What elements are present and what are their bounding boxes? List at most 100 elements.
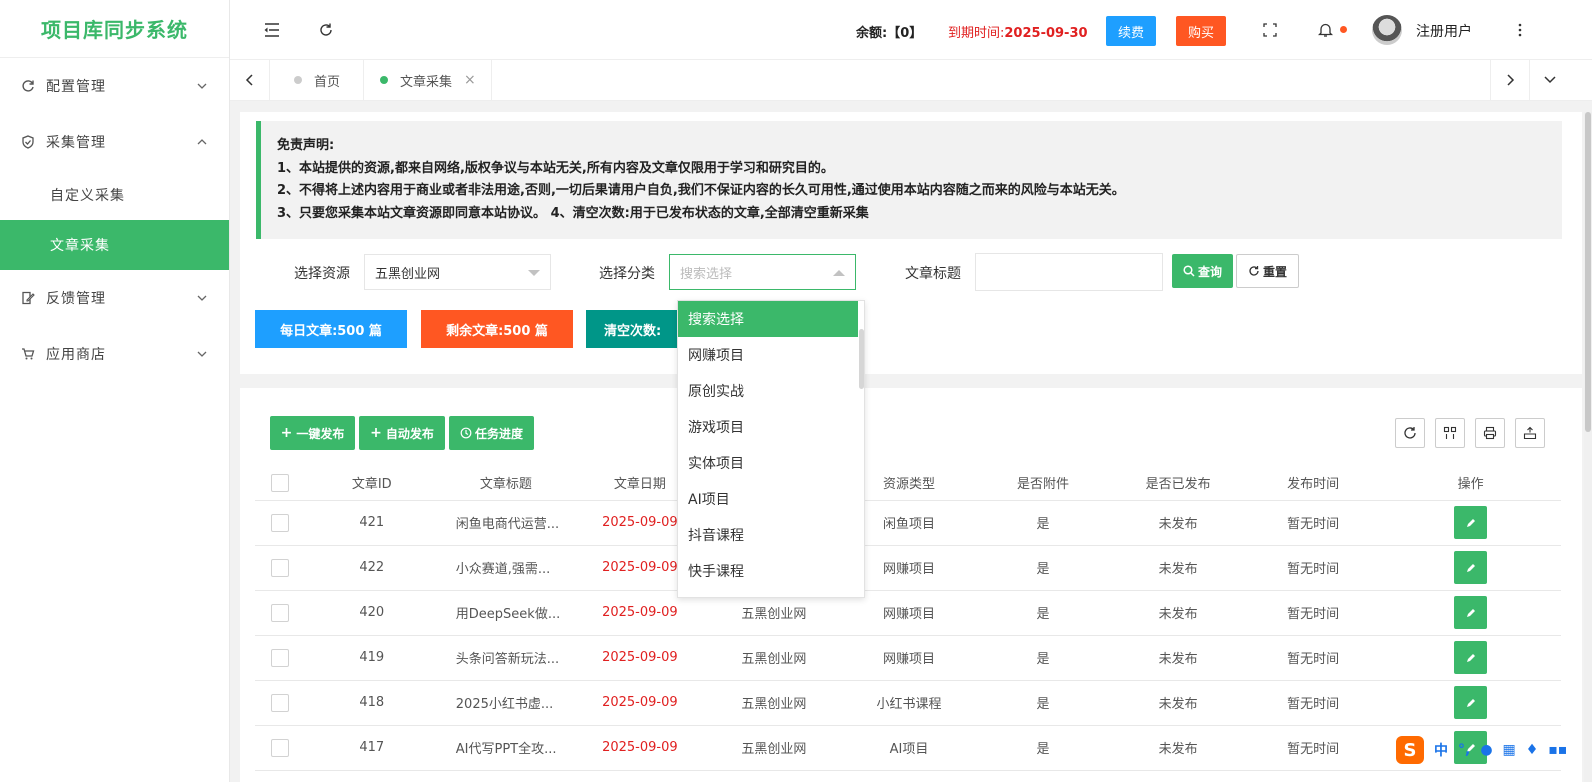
- dropdown-scrollbar[interactable]: [859, 329, 864, 389]
- source-select[interactable]: 五黑创业网: [364, 254, 551, 290]
- sidebar-item-feedback[interactable]: 反馈管理: [0, 270, 229, 326]
- row-checkbox-cell: [255, 680, 306, 726]
- tab-article-collect[interactable]: 文章采集 ×: [364, 60, 492, 100]
- menu-toggle-icon[interactable]: [260, 18, 284, 42]
- edit-button[interactable]: [1454, 506, 1488, 539]
- edit-button[interactable]: [1454, 641, 1488, 674]
- row-checkbox[interactable]: [271, 648, 290, 667]
- publish-all-button[interactable]: + 一键发布: [270, 416, 355, 450]
- row-action-cell: [1380, 590, 1561, 636]
- page-scrollbar-thumb[interactable]: [1585, 112, 1591, 432]
- print-icon[interactable]: [1475, 418, 1505, 448]
- ime-toolbar[interactable]: S 中 °, ● ▦ ♦ ▪▪: [1392, 734, 1592, 766]
- table-refresh-icon[interactable]: [1395, 418, 1425, 448]
- dropdown-option[interactable]: 快手课程: [678, 553, 858, 589]
- select-all-checkbox[interactable]: [271, 473, 290, 492]
- bell-icon[interactable]: [1313, 18, 1337, 42]
- cell-source: 五黑创业网: [705, 635, 842, 681]
- tab-menu-chevron-down-icon[interactable]: [1530, 60, 1570, 100]
- row-checkbox[interactable]: [271, 738, 290, 757]
- cell-date: 2025-09-09: [573, 680, 706, 726]
- title-input[interactable]: [975, 253, 1163, 291]
- query-button[interactable]: 查询: [1172, 254, 1233, 288]
- cell-title[interactable]: 头条问答新玩法...: [437, 635, 574, 681]
- more-vertical-icon[interactable]: [1508, 18, 1532, 42]
- cell-title[interactable]: 小众赛道,强需...: [437, 545, 574, 591]
- cell-title[interactable]: AI代写PPT全攻...: [437, 725, 574, 771]
- fullscreen-icon[interactable]: [1258, 18, 1282, 42]
- username[interactable]: 注册用户: [1416, 21, 1472, 41]
- edit-button[interactable]: [1454, 551, 1488, 584]
- cell-source: 五黑创业网: [705, 725, 842, 771]
- dropdown-option[interactable]: 游戏项目: [678, 409, 858, 445]
- edit-button[interactable]: [1454, 686, 1488, 719]
- table-row: 422 小众赛道,强需... 2025-09-09 网赚项目是未发布 暂无时间: [255, 545, 1561, 591]
- buy-button[interactable]: 购买: [1176, 16, 1226, 46]
- ime-mic-icon[interactable]: ●: [1480, 742, 1492, 758]
- shield-icon: [20, 134, 36, 150]
- cell-title[interactable]: 闲鱼电商代运营...: [437, 500, 574, 546]
- sidebar-item-article-collect[interactable]: 文章采集: [0, 220, 229, 270]
- header-checkbox-cell: [255, 466, 306, 501]
- sidebar-item-collect[interactable]: 采集管理: [0, 114, 229, 170]
- columns-icon[interactable]: [1435, 418, 1465, 448]
- renew-button[interactable]: 续费: [1106, 16, 1156, 46]
- ime-lang[interactable]: 中: [1434, 740, 1448, 760]
- dropdown-option[interactable]: 搜索选择: [678, 301, 858, 337]
- table-panel: + 一键发布 + 自动发布 任务进度 文章ID 文章标题 文章日期 资源类型 是…: [240, 388, 1582, 782]
- filter-panel: 免责声明: 1、本站提供的资源,都来自网络,版权争议与本站无关,所有内容及文章仅…: [240, 112, 1582, 374]
- column-header: 操作: [1380, 466, 1561, 501]
- reset-button[interactable]: 重置: [1236, 254, 1299, 288]
- sidebar-item-config[interactable]: 配置管理: [0, 58, 229, 114]
- disclaimer-line: 3、只要您采集本站文章资源即同意本站协议。 4、清空次数:用于已发布状态的文章,…: [277, 205, 869, 221]
- ime-apps-icon[interactable]: ▪▪: [1548, 742, 1567, 758]
- row-checkbox-cell: [255, 590, 306, 636]
- column-header[interactable]: 是否已发布: [1110, 466, 1247, 501]
- table-row: 419 头条问答新玩法... 2025-09-09 五黑创业网 网赚项目是未发布 暂无时间: [255, 635, 1561, 681]
- cell-title[interactable]: 2025小红书虚...: [437, 680, 574, 726]
- category-select[interactable]: 搜索选择: [669, 254, 856, 290]
- dropdown-option[interactable]: 网赚项目: [678, 337, 858, 373]
- row-checkbox[interactable]: [271, 603, 290, 622]
- close-icon[interactable]: ×: [464, 72, 476, 88]
- row-checkbox[interactable]: [271, 693, 290, 712]
- tab-home[interactable]: 首页: [270, 60, 364, 100]
- refresh-icon: [20, 78, 36, 94]
- table-row: 421 闲鱼电商代运营... 2025-09-09 闲鱼项目是未发布 暂无时间: [255, 500, 1561, 546]
- dropdown-option[interactable]: 实体项目: [678, 445, 858, 481]
- ime-keyboard-icon[interactable]: ▦: [1503, 742, 1516, 758]
- tab-scroll-left-icon[interactable]: [230, 60, 270, 100]
- dropdown-option[interactable]: 原创实战: [678, 373, 858, 409]
- row-action-cell: [1380, 635, 1561, 681]
- tab-dot: [380, 76, 388, 84]
- sidebar-item-custom-collect[interactable]: 自定义采集: [0, 170, 229, 220]
- avatar[interactable]: [1372, 15, 1402, 45]
- dropdown-option[interactable]: 抖音课程: [678, 517, 858, 553]
- ime-logo-icon[interactable]: S: [1396, 736, 1424, 764]
- title-label: 文章标题: [905, 266, 961, 282]
- tab-scroll-right-icon[interactable]: [1490, 60, 1530, 100]
- row-action-cell: [1380, 545, 1561, 591]
- export-icon[interactable]: [1515, 418, 1545, 448]
- task-progress-button[interactable]: 任务进度: [449, 416, 534, 450]
- cell-date: 2025-09-09: [573, 725, 706, 771]
- ime-skin-icon[interactable]: ♦: [1526, 742, 1539, 758]
- row-checkbox[interactable]: [271, 513, 290, 532]
- auto-publish-button[interactable]: + 自动发布: [359, 416, 445, 450]
- cell-title[interactable]: 用DeepSeek做...: [437, 590, 574, 636]
- column-header[interactable]: 文章ID: [305, 466, 438, 501]
- clock-icon: [460, 427, 472, 439]
- column-header[interactable]: 发布时间: [1246, 466, 1381, 501]
- page-scrollbar[interactable]: [1584, 112, 1592, 782]
- source-value: 五黑创业网: [375, 266, 441, 282]
- disclaimer-notice: 免责声明: 1、本站提供的资源,都来自网络,版权争议与本站无关,所有内容及文章仅…: [256, 121, 1562, 239]
- sidebar-item-app-store[interactable]: 应用商店: [0, 326, 229, 382]
- sidebar-item-label: 配置管理: [46, 79, 106, 95]
- column-header[interactable]: 是否附件: [976, 466, 1111, 501]
- row-checkbox[interactable]: [271, 558, 290, 577]
- column-header[interactable]: 文章标题: [437, 466, 574, 501]
- dropdown-option[interactable]: AI项目: [678, 481, 858, 517]
- refresh-icon[interactable]: [314, 18, 338, 42]
- edit-button[interactable]: [1454, 596, 1488, 629]
- ime-punct-icon[interactable]: °,: [1458, 742, 1470, 758]
